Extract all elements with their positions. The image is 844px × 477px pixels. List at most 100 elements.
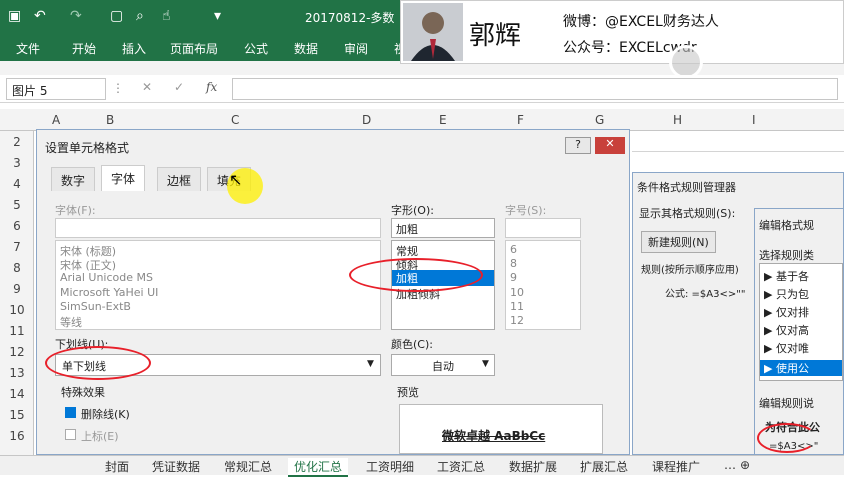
row-header[interactable]: 14 bbox=[0, 387, 34, 401]
tab-data[interactable]: 数据 bbox=[294, 40, 318, 57]
list-item[interactable]: ▶ 基于各 bbox=[764, 268, 809, 284]
list-item[interactable]: ▶ 仅对排 bbox=[764, 304, 809, 320]
new-rule-button[interactable]: 新建规则(N) bbox=[641, 231, 716, 253]
tab-number[interactable]: 数字 bbox=[51, 167, 96, 191]
font-list[interactable]: 宋体 (标题) 宋体 (正文) Arial Unicode MS Microso… bbox=[55, 240, 381, 330]
add-sheet-icon[interactable]: ⊕ bbox=[740, 458, 750, 472]
undo-icon[interactable]: ↶ bbox=[34, 8, 46, 24]
row-header[interactable]: 3 bbox=[0, 156, 34, 170]
chevron-down-icon[interactable]: ▼ bbox=[482, 359, 489, 369]
new-file-icon[interactable]: ▢ bbox=[110, 8, 123, 24]
col-b[interactable]: B bbox=[106, 113, 114, 127]
col-i[interactable]: I bbox=[752, 113, 756, 127]
sheet-tab[interactable]: 扩展汇总 bbox=[580, 458, 628, 475]
list-item[interactable]: 8 bbox=[510, 257, 517, 270]
list-item[interactable]: ▶ 仅对高 bbox=[764, 322, 809, 338]
row-header[interactable]: 10 bbox=[0, 303, 34, 317]
list-item[interactable]: Arial Unicode MS bbox=[60, 271, 153, 284]
sheet-tab[interactable]: 工资明细 bbox=[366, 458, 414, 475]
list-item[interactable]: 12 bbox=[510, 314, 524, 327]
font-input[interactable] bbox=[55, 218, 381, 238]
style-input[interactable]: 加粗 bbox=[391, 218, 495, 238]
col-a[interactable]: A bbox=[52, 113, 60, 127]
name-box[interactable]: 图片 5 bbox=[6, 78, 106, 100]
row-header[interactable]: 5 bbox=[0, 198, 34, 212]
tab-formulas[interactable]: 公式 bbox=[244, 40, 268, 57]
formula-input[interactable] bbox=[232, 78, 838, 100]
list-item[interactable]: ▶ 只为包 bbox=[764, 286, 809, 302]
tab-page-layout[interactable]: 页面布局 bbox=[170, 40, 218, 57]
size-input[interactable] bbox=[505, 218, 581, 238]
tab-border[interactable]: 边框 bbox=[157, 167, 202, 191]
insert-function-icon[interactable]: fx bbox=[206, 80, 217, 94]
row-header[interactable]: 11 bbox=[0, 324, 34, 338]
tab-home[interactable]: 开始 bbox=[72, 40, 96, 57]
chevron-down-icon[interactable]: ▼ bbox=[367, 359, 374, 369]
list-item[interactable]: 9 bbox=[510, 271, 517, 284]
weibo-text: 微博：@EXCEL财务达人 bbox=[563, 14, 719, 30]
tab-file[interactable]: 文件 bbox=[16, 40, 40, 57]
tab-review[interactable]: 审阅 bbox=[344, 40, 368, 57]
cancel-icon[interactable]: ✕ bbox=[142, 80, 152, 94]
sheet-tab[interactable]: 封面 bbox=[105, 458, 129, 475]
rule-formula[interactable]: 公式: =$A3<>"" bbox=[665, 285, 745, 300]
color-value: 自动 bbox=[432, 360, 454, 373]
list-item[interactable]: ▶ 仅对唯 bbox=[764, 340, 809, 356]
sheet-tab-active[interactable]: 优化汇总 bbox=[288, 458, 349, 477]
row-header[interactable]: 4 bbox=[0, 177, 34, 191]
cf-manager-title: 条件格式规则管理器 bbox=[637, 181, 736, 194]
edit-rule-dialog: 编辑格式规 选择规则类 ▶ 基于各 ▶ 只为包 ▶ 仅对排 ▶ 仅对高 ▶ 仅对… bbox=[754, 208, 844, 455]
rule-type-list[interactable]: ▶ 基于各 ▶ 只为包 ▶ 仅对排 ▶ 仅对高 ▶ 仅对唯 ▶ 使用公 bbox=[759, 263, 843, 381]
print-preview-icon[interactable]: ⌕ bbox=[136, 8, 144, 24]
strikethrough-checkbox[interactable] bbox=[65, 407, 76, 418]
sheet-tab[interactable]: 常规汇总 bbox=[224, 458, 272, 475]
color-label: 颜色(C): bbox=[391, 338, 433, 351]
row-header[interactable]: 8 bbox=[0, 261, 34, 275]
list-item[interactable]: SimSun-ExtB bbox=[60, 300, 131, 313]
list-item-selected[interactable]: ▶ 使用公 bbox=[760, 360, 842, 376]
col-g[interactable]: G bbox=[595, 113, 604, 127]
edit-rule-title: 编辑格式规 bbox=[759, 219, 814, 232]
col-h[interactable]: H bbox=[673, 113, 682, 127]
list-item[interactable]: 11 bbox=[510, 300, 524, 313]
presenter-name: 郭辉 bbox=[469, 21, 522, 51]
enter-icon[interactable]: ✓ bbox=[174, 80, 184, 94]
touch-mode-icon[interactable]: ☝ bbox=[162, 8, 171, 24]
superscript-checkbox[interactable] bbox=[65, 429, 76, 440]
customize-qat-icon[interactable]: ▾ bbox=[214, 8, 221, 24]
strikethrough-label: 删除线(K) bbox=[81, 408, 130, 421]
list-item[interactable]: 等线 bbox=[60, 314, 82, 330]
dialog-title: 设置单元格格式 bbox=[45, 141, 130, 155]
row-header[interactable]: 9 bbox=[0, 282, 34, 296]
tab-insert[interactable]: 插入 bbox=[122, 40, 146, 57]
col-c[interactable]: C bbox=[231, 113, 239, 127]
row-header[interactable]: 13 bbox=[0, 366, 34, 380]
list-item[interactable]: 10 bbox=[510, 286, 524, 299]
color-select[interactable]: 自动 bbox=[391, 354, 495, 376]
row-header[interactable]: 7 bbox=[0, 240, 34, 254]
col-e[interactable]: E bbox=[439, 113, 447, 127]
row-header[interactable]: 6 bbox=[0, 219, 34, 233]
sheet-tab[interactable]: 数据扩展 bbox=[509, 458, 557, 475]
help-button[interactable]: ? bbox=[565, 137, 591, 154]
size-list[interactable]: 6 8 9 10 11 12 bbox=[505, 240, 581, 330]
col-d[interactable]: D bbox=[362, 113, 371, 127]
tab-font[interactable]: 字体 bbox=[101, 165, 146, 191]
annotation-ellipse bbox=[349, 258, 483, 292]
sheet-tab[interactable]: 课程推广 bbox=[652, 458, 700, 475]
row-header[interactable]: 15 bbox=[0, 408, 34, 422]
row-header[interactable]: 2 bbox=[0, 135, 34, 149]
col-f[interactable]: F bbox=[517, 113, 524, 127]
redo-icon[interactable]: ↷ bbox=[70, 8, 82, 24]
save-icon[interactable]: ▣ bbox=[8, 8, 21, 24]
dialog-close-button[interactable]: ✕ bbox=[595, 137, 625, 154]
sheet-tab[interactable]: 凭证数据 bbox=[152, 458, 200, 475]
size-label: 字号(S): bbox=[505, 204, 547, 217]
sheet-tab[interactable]: 工资汇总 bbox=[437, 458, 485, 475]
row-header[interactable]: 16 bbox=[0, 429, 34, 443]
more-sheets-icon[interactable]: … bbox=[724, 458, 736, 472]
list-item[interactable]: 6 bbox=[510, 243, 517, 256]
row-header[interactable]: 12 bbox=[0, 345, 34, 359]
namebox-dropdown-icon[interactable]: ⋮ bbox=[112, 81, 124, 95]
list-item[interactable]: Microsoft YaHei UI bbox=[60, 286, 158, 299]
